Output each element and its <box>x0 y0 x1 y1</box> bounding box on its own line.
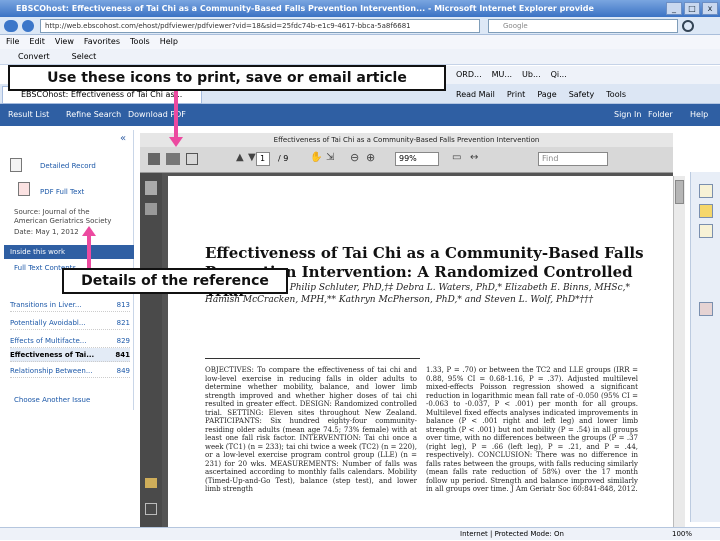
menu-tools[interactable]: Tools <box>130 35 150 49</box>
callout-reference-details: Details of the reference <box>62 268 288 294</box>
choose-another-issue-link[interactable]: Choose Another Issue <box>14 396 90 404</box>
attachments-icon[interactable] <box>145 203 157 215</box>
favorite-link[interactable]: MU... <box>492 66 512 84</box>
callout-arrow-head <box>82 226 96 236</box>
window-title: EBSCOhost: Effectiveness of Tai Chi as a… <box>0 0 720 17</box>
callout-arrow-line <box>87 236 91 268</box>
browser-search-input[interactable]: Google <box>488 19 678 33</box>
zoom-select[interactable]: 99% <box>395 152 439 166</box>
zoom-out-icon[interactable]: ⊖ <box>350 151 359 164</box>
paperclip-icon[interactable] <box>145 503 157 515</box>
secondary-toolbar: Convert Select <box>0 49 720 65</box>
fit-width-icon[interactable]: ↔ <box>470 152 478 163</box>
window-controls: _ □ x <box>666 2 718 15</box>
issue-list-item[interactable]: Effects of Multifacte... 829 <box>10 334 130 348</box>
issue-list-item-current[interactable]: Effectiveness of Tai... 841 <box>10 348 130 362</box>
page-down-icon[interactable]: ▼ <box>248 152 256 163</box>
menu-file[interactable]: File <box>6 35 19 49</box>
help-link[interactable]: Help <box>690 104 708 126</box>
pdf-full-text-link[interactable]: PDF Full Text <box>40 188 84 196</box>
issue-list-item[interactable]: Transitions in Liver... 813 <box>10 298 130 312</box>
scroll-thumb[interactable] <box>675 180 684 204</box>
page-menu[interactable]: Page <box>537 86 556 104</box>
folder-rail-icon[interactable] <box>699 204 713 218</box>
menu-bar: File Edit View Favorites Tools Help <box>0 35 720 49</box>
address-bar-row: http://web.ebscohost.com/ehost/pdfviewer… <box>0 17 720 35</box>
abstract-divider <box>205 358 420 359</box>
select-tool-icon[interactable]: ⇲ <box>326 152 334 163</box>
pdf-scrollbar[interactable] <box>673 176 685 540</box>
page-number-input[interactable]: 1 <box>256 152 270 166</box>
page-up-icon[interactable]: ▲ <box>236 152 244 163</box>
inside-this-work-header: Inside this work <box>4 245 134 259</box>
abstract-column-left: OBJECTIVES: To compare the effectiveness… <box>205 366 417 493</box>
right-rail <box>690 172 720 522</box>
tools-menu[interactable]: Tools <box>606 86 626 104</box>
back-icon[interactable] <box>4 20 18 32</box>
detailed-record-link[interactable]: Detailed Record <box>40 162 96 170</box>
menu-view[interactable]: View <box>55 35 74 49</box>
command-bar: Read Mail Print Page Safety Tools <box>440 86 720 104</box>
callout-arrow-head <box>169 137 183 147</box>
folder-link[interactable]: Folder <box>648 104 673 126</box>
pages-panel-icon[interactable] <box>145 181 157 195</box>
print-button[interactable]: Print <box>507 86 525 104</box>
find-input[interactable]: Find <box>538 152 608 166</box>
date-info: Date: May 1, 2012 <box>14 228 79 236</box>
abstract-column-right: 1.33, P = .70) or between the TC2 and LL… <box>426 366 638 493</box>
favorites-bar: ORD... MU... Ub... Qi... <box>440 66 720 84</box>
pdf-icon <box>18 182 30 196</box>
callout-arrow-line <box>174 91 178 137</box>
favorite-link[interactable]: Ub... <box>522 66 541 84</box>
cite-rail-icon[interactable] <box>699 302 713 316</box>
safety-menu[interactable]: Safety <box>569 86 595 104</box>
save-rail-icon[interactable] <box>699 224 713 238</box>
ebsco-nav-bar: Result List Refine Search Download PDF S… <box>0 104 720 126</box>
read-mail-button[interactable]: Read Mail <box>456 86 495 104</box>
search-icon[interactable] <box>682 20 694 32</box>
callout-print-save-email: Use these icons to print, save or email … <box>8 65 446 91</box>
page-total: / 9 <box>278 154 289 163</box>
issue-list-item[interactable]: Potentially Avoidabl... 821 <box>10 316 130 330</box>
fit-page-icon[interactable]: ▭ <box>452 152 461 163</box>
email-icon[interactable] <box>186 153 198 165</box>
hand-tool-icon[interactable]: ✋ <box>310 152 322 163</box>
convert-button[interactable]: Convert <box>6 49 50 64</box>
close-button[interactable]: x <box>702 2 718 15</box>
pdf-toolbar: ▲ ▼ 1 / 9 ✋ ⇲ ⊖ ⊕ 99% ▭ ↔ Find <box>140 147 673 173</box>
save-icon[interactable] <box>148 153 160 165</box>
pdf-side-panel <box>140 173 162 540</box>
refine-search-link[interactable]: Refine Search <box>66 104 121 126</box>
sign-in-link[interactable]: Sign In <box>614 104 641 126</box>
result-list-link[interactable]: Result List <box>8 104 49 126</box>
minimize-button[interactable]: _ <box>666 2 682 15</box>
favorite-link[interactable]: ORD... <box>456 66 482 84</box>
maximize-button[interactable]: □ <box>684 2 700 15</box>
detailed-record-icon <box>10 158 22 172</box>
forward-icon[interactable] <box>22 20 34 32</box>
status-bar: Internet | Protected Mode: On 100% <box>0 527 720 540</box>
email-rail-icon[interactable] <box>699 184 713 198</box>
select-button[interactable]: Select <box>60 49 97 64</box>
status-zone: Internet | Protected Mode: On <box>460 530 564 538</box>
status-zoom[interactable]: 100% <box>672 528 692 541</box>
issue-list-item[interactable]: Relationship Between... 849 <box>10 364 130 378</box>
menu-edit[interactable]: Edit <box>29 35 45 49</box>
source-info: Source: Journal of the American Geriatri… <box>14 208 112 225</box>
url-field[interactable]: http://web.ebscohost.com/ehost/pdfviewer… <box>40 19 480 33</box>
print-icon[interactable] <box>166 153 180 165</box>
zoom-in-icon[interactable]: ⊕ <box>366 151 375 164</box>
pdf-title-bar: Effectiveness of Tai Chi as a Community-… <box>140 133 673 147</box>
comment-icon[interactable] <box>145 478 157 488</box>
menu-favorites[interactable]: Favorites <box>84 35 120 49</box>
favorite-link[interactable]: Qi... <box>551 66 567 84</box>
collapse-icon[interactable]: « <box>120 133 126 144</box>
menu-help[interactable]: Help <box>160 35 178 49</box>
